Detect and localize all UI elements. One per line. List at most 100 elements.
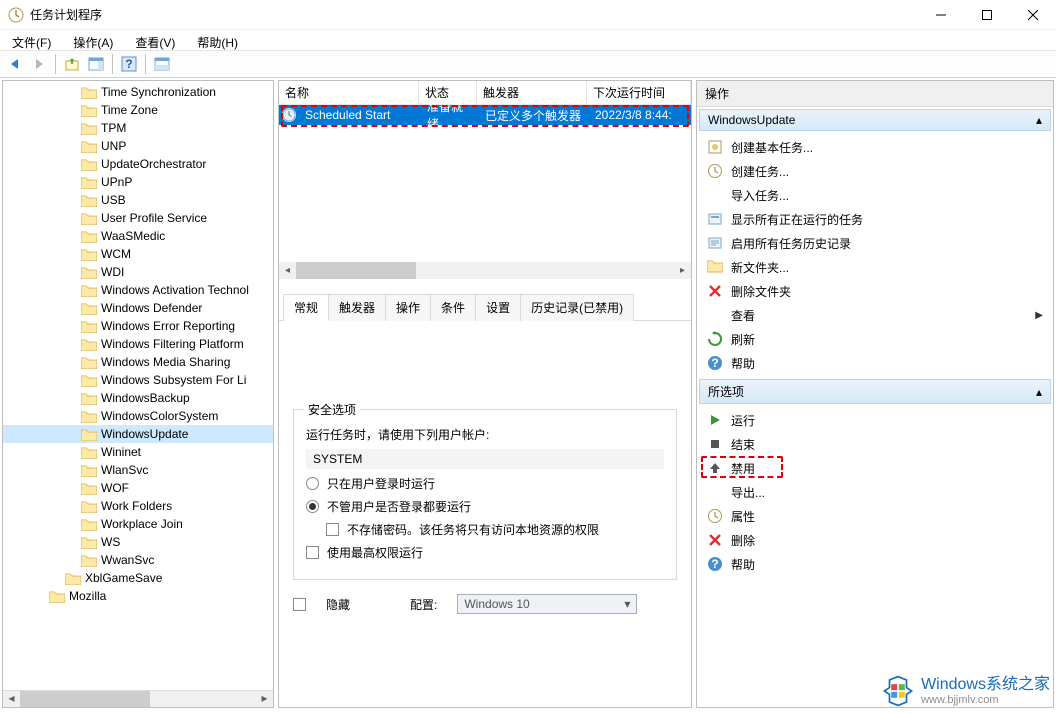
tree-item-label: Windows Media Sharing: [101, 355, 230, 369]
config-value: Windows 10: [464, 597, 529, 611]
tree-item[interactable]: WaaSMedic: [3, 227, 273, 245]
tab-triggers[interactable]: 触发器: [328, 294, 386, 321]
action-item[interactable]: >新文件夹...: [699, 255, 1051, 279]
tab-general[interactable]: 常规: [283, 294, 329, 321]
radio-any-row[interactable]: 不管用户是否登录都要运行: [306, 498, 664, 515]
folder-icon: [81, 500, 97, 513]
task-row-selected[interactable]: Scheduled Start 准备就绪 已定义多个触发器 2022/3/8 8…: [279, 105, 691, 125]
tree-item[interactable]: WlanSvc: [3, 461, 273, 479]
action-item[interactable]: 显示所有正在运行的任务: [699, 207, 1051, 231]
layout-button[interactable]: [151, 53, 173, 75]
action-item[interactable]: 运行: [699, 408, 1051, 432]
action-item[interactable]: 创建基本任务...: [699, 135, 1051, 159]
panel-toggle-button[interactable]: [85, 53, 107, 75]
security-options-group: 安全选项 运行任务时，请使用下列用户帐户: SYSTEM 只在用户登录时运行 不…: [293, 409, 677, 580]
tab-settings[interactable]: 设置: [475, 294, 521, 321]
folder-icon: [81, 212, 97, 225]
actions-panel-header: 操作: [697, 81, 1053, 107]
tree-item[interactable]: Workplace Join: [3, 515, 273, 533]
action-item[interactable]: ?帮助: [699, 351, 1051, 375]
tree-item[interactable]: Work Folders: [3, 497, 273, 515]
tree-item[interactable]: USB: [3, 191, 273, 209]
action-item[interactable]: 查看▶: [699, 303, 1051, 327]
menu-view[interactable]: 查看(V): [131, 32, 179, 48]
tree-item[interactable]: WCM: [3, 245, 273, 263]
tree-item[interactable]: UNP: [3, 137, 273, 155]
tree-item[interactable]: WindowsUpdate: [3, 425, 273, 443]
section-windowsupdate[interactable]: WindowsUpdate ▴: [699, 109, 1051, 131]
tree-item-label: Time Synchronization: [101, 85, 216, 99]
up-button[interactable]: [61, 53, 83, 75]
menu-file[interactable]: 文件(F): [8, 32, 55, 48]
action-item[interactable]: 属性: [699, 504, 1051, 528]
tree-item[interactable]: Wininet: [3, 443, 273, 461]
menu-help[interactable]: 帮助(H): [193, 32, 242, 48]
action-label: 创建基本任务...: [731, 139, 813, 156]
menu-action[interactable]: 操作(A): [69, 32, 117, 48]
tree-item[interactable]: Windows Media Sharing: [3, 353, 273, 371]
checkbox-hidden[interactable]: [293, 598, 306, 611]
maximize-button[interactable]: [964, 0, 1010, 29]
folder-icon: [81, 302, 97, 315]
action-item[interactable]: 导入任务...: [699, 183, 1051, 207]
radio-logged-on-row[interactable]: 只在用户登录时运行: [306, 475, 664, 492]
tree-item-label: Time Zone: [101, 103, 158, 117]
tree-item[interactable]: WindowsBackup: [3, 389, 273, 407]
col-name[interactable]: 名称: [279, 80, 419, 105]
action-item[interactable]: 创建任务...: [699, 159, 1051, 183]
col-trigger[interactable]: 触发器: [477, 80, 587, 105]
tree-item[interactable]: UpdateOrchestrator: [3, 155, 273, 173]
minimize-button[interactable]: [918, 0, 964, 29]
tree-item[interactable]: User Profile Service: [3, 209, 273, 227]
watermark-line2: www.bjjmlv.com: [921, 694, 1050, 706]
back-button[interactable]: [4, 53, 26, 75]
tree-item[interactable]: Time Synchronization: [3, 83, 273, 101]
tree-item[interactable]: XblGameSave: [3, 569, 273, 587]
action-item[interactable]: 导出...: [699, 480, 1051, 504]
action-item[interactable]: 删除: [699, 528, 1051, 552]
action-label: 属性: [731, 508, 755, 525]
task-panel: 名称 状态 触发器 下次运行时间 Scheduled Start 准备就绪 已定…: [278, 80, 692, 708]
folder-tree[interactable]: Time Synchronization Time Zone TPM UNPUpdat…: [3, 81, 273, 690]
tab-actions[interactable]: 操作: [385, 294, 431, 321]
close-button[interactable]: [1010, 0, 1056, 29]
config-combo[interactable]: Windows 10 ▾: [457, 594, 637, 614]
action-item[interactable]: 删除文件夹: [699, 279, 1051, 303]
checkbox-highest-row[interactable]: 使用最高权限运行: [306, 544, 664, 561]
tree-item[interactable]: TPM: [3, 119, 273, 137]
tree-item[interactable]: Windows Subsystem For Li: [3, 371, 273, 389]
tree-item[interactable]: WOF: [3, 479, 273, 497]
tree-item[interactable]: Time Zone: [3, 101, 273, 119]
tree-item-label: TPM: [101, 121, 126, 135]
action-item[interactable]: 结束: [699, 432, 1051, 456]
section-selected[interactable]: 所选项 ▴: [699, 379, 1051, 404]
task-list-scrollbar[interactable]: ◂▸: [279, 262, 691, 279]
help-button[interactable]: ?: [118, 53, 140, 75]
horizontal-scrollbar[interactable]: ◂ ▸: [3, 690, 273, 707]
action-icon: [707, 163, 723, 179]
action-item[interactable]: 启用所有任务历史记录: [699, 231, 1051, 255]
tree-item[interactable]: Windows Error Reporting: [3, 317, 273, 335]
tree-item[interactable]: WwanSvc: [3, 551, 273, 569]
action-label: 删除文件夹: [731, 283, 791, 300]
action-label: 显示所有正在运行的任务: [731, 211, 863, 228]
forward-button[interactable]: [28, 53, 50, 75]
tree-item[interactable]: WS: [3, 533, 273, 551]
tree-item[interactable]: Windows Activation Technol: [3, 281, 273, 299]
tree-item[interactable]: Mozilla: [3, 587, 273, 605]
tree-item[interactable]: WindowsColorSystem: [3, 407, 273, 425]
tab-conditions[interactable]: 条件: [430, 294, 476, 321]
checkbox-nostore-row[interactable]: 不存储密码。该任务将只有访问本地资源的权限: [306, 521, 664, 538]
action-item[interactable]: ?帮助: [699, 552, 1051, 576]
tree-item[interactable]: Windows Filtering Platform: [3, 335, 273, 353]
col-nextrun[interactable]: 下次运行时间: [587, 80, 691, 105]
tree-item[interactable]: UPnP: [3, 173, 273, 191]
tree-item[interactable]: Windows Defender: [3, 299, 273, 317]
tree-item-label: WindowsUpdate: [101, 427, 188, 441]
tree-item[interactable]: WDI: [3, 263, 273, 281]
action-item[interactable]: 刷新: [699, 327, 1051, 351]
action-label: 删除: [731, 532, 755, 549]
action-item[interactable]: 禁用: [699, 456, 1051, 480]
action-label: 启用所有任务历史记录: [731, 235, 851, 252]
tab-history[interactable]: 历史记录(已禁用): [520, 294, 634, 321]
